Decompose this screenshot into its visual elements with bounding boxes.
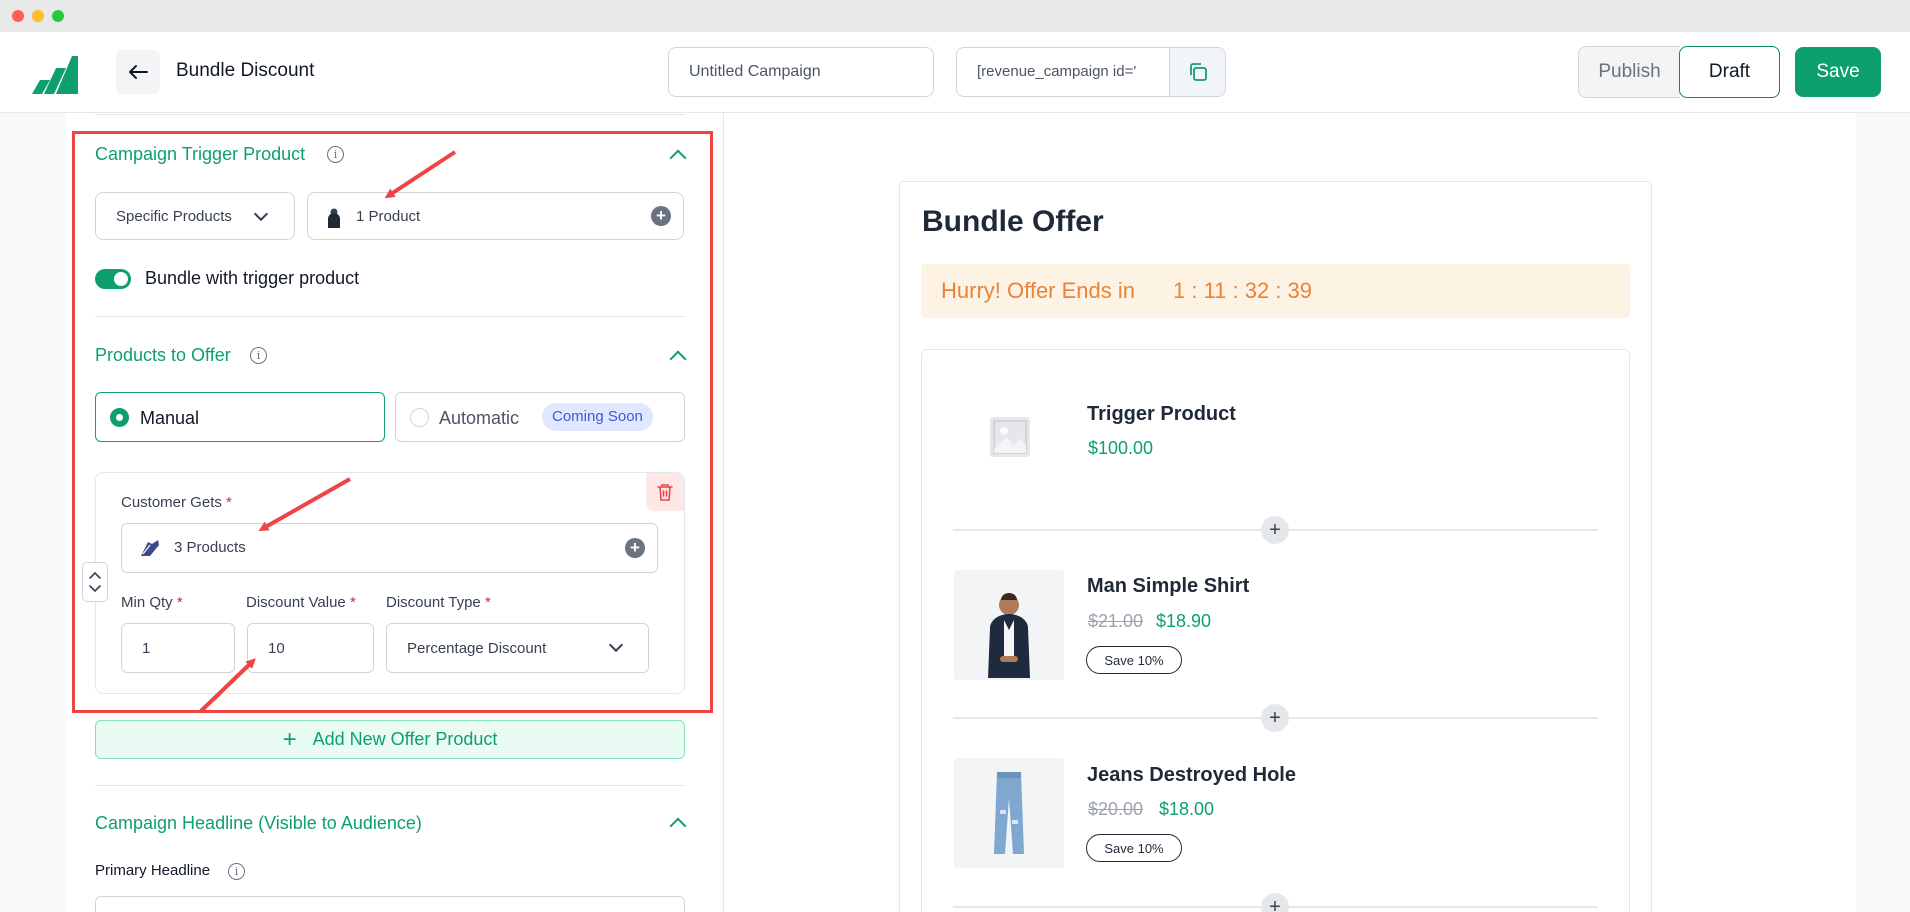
product-name: Man Simple Shirt xyxy=(1087,575,1250,597)
product-old-price: $21.00 xyxy=(1088,611,1144,631)
add-new-offer-button[interactable]: + Add New Offer Product xyxy=(95,720,685,759)
plus-separator-icon: + xyxy=(1261,704,1289,732)
product-price: $18.90 xyxy=(1156,611,1212,631)
plus-separator-icon: + xyxy=(1261,516,1289,544)
primary-headline-input[interactable] xyxy=(95,896,685,912)
annotation-arrow xyxy=(384,150,457,199)
add-new-offer-label: Add New Offer Product xyxy=(312,729,498,749)
save-badge: Save 10% xyxy=(1086,834,1182,862)
countdown-banner: Hurry! Offer Ends in 1 : 11 : 32 : 39 xyxy=(921,264,1630,318)
primary-headline-label: Primary Headline xyxy=(95,862,211,879)
product-image xyxy=(954,758,1064,868)
section-divider xyxy=(95,785,685,786)
bundle-offer-title: Bundle Offer xyxy=(922,205,1104,238)
product-name: Jeans Destroyed Hole xyxy=(1087,764,1296,786)
product-name: Trigger Product xyxy=(1087,403,1236,425)
save-badge: Save 10% xyxy=(1086,646,1182,674)
info-icon[interactable]: i xyxy=(228,863,245,880)
headline-section-title: Campaign Headline (Visible to Audience) xyxy=(95,813,422,833)
product-price: $18.00 xyxy=(1159,799,1215,819)
plus-icon: + xyxy=(282,725,297,753)
annotation-arrow xyxy=(258,477,351,531)
countdown-timer: 1 : 11 : 32 : 39 xyxy=(1173,278,1313,303)
countdown-text: Hurry! Offer Ends in xyxy=(941,278,1135,303)
annotation-arrow xyxy=(198,658,256,714)
product-price: $100.00 xyxy=(1088,438,1154,458)
image-placeholder-icon xyxy=(990,417,1030,457)
product-old-price: $20.00 xyxy=(1088,799,1144,819)
product-image xyxy=(954,570,1064,680)
